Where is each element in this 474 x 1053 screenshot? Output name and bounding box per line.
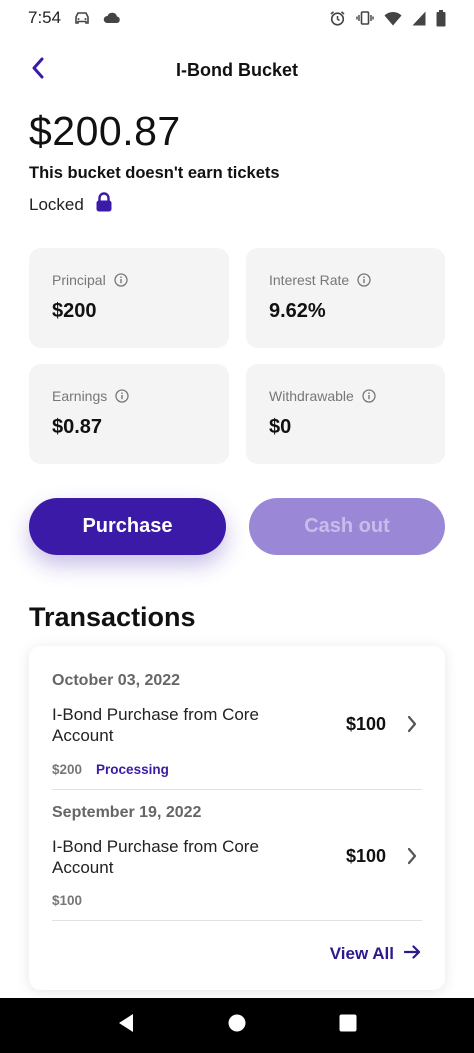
nav-back-button[interactable]: [106, 1006, 146, 1046]
stat-label-row: Earnings: [52, 388, 229, 404]
stat-card-interest-rate: Interest Rate 9.62%: [246, 248, 445, 348]
lock-status-label: Locked: [29, 194, 84, 214]
stat-label: Earnings: [52, 388, 108, 404]
stat-label-row: Principal: [52, 272, 229, 288]
transaction-sub-amount: $100: [52, 893, 83, 908]
nav-recents-button[interactable]: [328, 1006, 368, 1046]
page-title: I-Bond Bucket: [175, 59, 298, 80]
vibrate-icon: [356, 10, 374, 26]
stat-value: $0.87: [52, 416, 103, 438]
top-app-bar: I-Bond Bucket: [0, 50, 474, 90]
divider: [52, 789, 422, 790]
transaction-status: Processing: [96, 762, 169, 777]
status-time: 7:54: [28, 8, 62, 27]
transaction-meta: $100: [52, 893, 82, 908]
divider: [52, 920, 422, 921]
status-bar: 7:54: [0, 0, 474, 36]
transaction-amount: $100: [345, 714, 386, 734]
purchase-button[interactable]: Purchase: [29, 498, 226, 555]
tickets-note: This bucket doesn't earn tickets: [29, 164, 280, 182]
transaction-description: I-Bond Purchase from Core Account: [52, 705, 259, 745]
recents-square-icon: [339, 1014, 357, 1037]
info-icon[interactable]: [115, 389, 129, 403]
system-navigation-bar: [0, 998, 474, 1053]
transaction-amount: $100: [345, 846, 386, 866]
status-right: [329, 9, 446, 27]
view-all-link[interactable]: View All: [330, 944, 421, 964]
stat-label: Interest Rate: [269, 272, 350, 288]
status-left: 7:54: [28, 8, 121, 28]
transaction-date: September 19, 2022: [52, 804, 202, 821]
wifi-icon: [384, 11, 402, 26]
info-icon[interactable]: [362, 389, 376, 403]
transaction-row[interactable]: September 19, 2022 I-Bond Purchase from …: [52, 804, 422, 914]
alarm-icon: [329, 10, 346, 27]
transactions-heading: Transactions: [29, 602, 196, 632]
transaction-sub-amount: $200: [52, 762, 83, 777]
lock-status: Locked: [29, 192, 112, 217]
info-icon[interactable]: [357, 273, 371, 287]
transaction-date: October 03, 2022: [52, 672, 181, 689]
balance-amount: $200.87: [29, 108, 181, 154]
stat-card-principal: Principal $200: [29, 248, 229, 348]
transaction-row[interactable]: October 03, 2022 I-Bond Purchase from Co…: [52, 672, 422, 782]
transaction-description: I-Bond Purchase from Core Account: [52, 837, 259, 877]
stat-value: 9.62%: [269, 300, 326, 322]
stat-label-row: Interest Rate: [269, 272, 445, 288]
triangle-back-icon: [117, 1013, 135, 1038]
view-all-label: View All: [329, 944, 394, 963]
home-circle-icon: [228, 1014, 246, 1037]
chevron-right-icon[interactable]: [406, 846, 418, 871]
info-icon[interactable]: [114, 273, 128, 287]
stat-value: $200: [52, 300, 97, 322]
stat-label: Withdrawable: [269, 388, 354, 404]
back-button[interactable]: [22, 54, 54, 86]
cloud-icon: [103, 12, 121, 24]
stat-card-earnings: Earnings $0.87: [29, 364, 229, 464]
transaction-meta: $200 Processing: [52, 762, 169, 777]
arrow-right-icon: [403, 944, 421, 964]
stat-label-row: Withdrawable: [269, 388, 445, 404]
car-icon: [73, 11, 91, 25]
transactions-card: October 03, 2022 I-Bond Purchase from Co…: [29, 646, 445, 990]
lock-icon: [96, 192, 112, 217]
cash-out-button[interactable]: Cash out: [249, 498, 445, 555]
battery-icon: [436, 9, 446, 27]
chevron-right-icon[interactable]: [406, 714, 418, 739]
stat-label: Principal: [52, 272, 106, 288]
chevron-left-icon: [31, 57, 45, 84]
stat-value: $0: [269, 416, 292, 438]
signal-icon: [412, 11, 426, 26]
stat-card-withdrawable: Withdrawable $0: [246, 364, 445, 464]
nav-home-button[interactable]: [217, 1006, 257, 1046]
